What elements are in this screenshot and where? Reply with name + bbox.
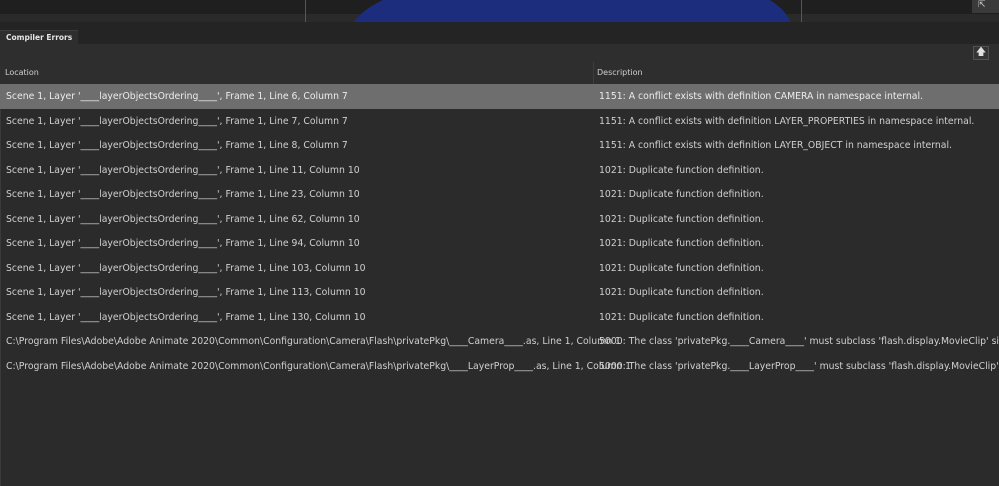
location-cell: Scene 1, Layer '____layerObjectsOrdering… [6,115,348,127]
location-cell: Scene 1, Layer '____layerObjectsOrdering… [6,238,360,249]
panel-toolbar: 🡅 [0,44,999,62]
description-cell: 1151: A conflict exists with definition … [599,115,975,127]
description-cell: 5000: The class 'privatePkg.____LayerPro… [599,360,999,372]
column-header-description[interactable]: Description [597,68,643,77]
table-row[interactable]: C:\Program Files\Adobe\Adobe Animate 202… [0,329,999,354]
description-cell: 1021: Duplicate function definition. [599,238,764,249]
column-header-location[interactable]: Location [5,68,39,77]
table-row[interactable]: Scene 1, Layer '____layerObjectsOrdering… [0,280,999,305]
location-cell: Scene 1, Layer '____layerObjectsOrdering… [6,164,360,176]
table-row[interactable]: Scene 1, Layer '____layerObjectsOrdering… [0,158,999,183]
tool-icon: ⇱ [978,0,986,10]
location-cell: Scene 1, Layer '____layerObjectsOrdering… [6,262,366,274]
location-cell: Scene 1, Layer '____layerObjectsOrdering… [6,91,348,102]
table-row[interactable]: Scene 1, Layer '____layerObjectsOrdering… [0,305,999,330]
description-cell: 1021: Duplicate function definition. [599,189,764,200]
location-cell: Scene 1, Layer '____layerObjectsOrdering… [6,311,366,323]
table-row[interactable]: Scene 1, Layer '____layerObjectsOrdering… [0,231,999,256]
description-cell: 1021: Duplicate function definition. [599,164,764,176]
location-cell: Scene 1, Layer '____layerObjectsOrdering… [6,213,360,225]
description-cell: 5000: The class 'privatePkg.____Camera__… [599,336,999,347]
description-cell: 1021: Duplicate function definition. [599,287,764,298]
location-cell: C:\Program Files\Adobe\Adobe Animate 202… [6,336,621,347]
column-divider[interactable] [593,62,594,84]
stage-blue-shape [350,0,800,22]
tool-button[interactable]: ⇱ [972,0,999,13]
table-row[interactable]: Scene 1, Layer '____layerObjectsOrdering… [0,84,999,109]
table-row[interactable]: Scene 1, Layer '____layerObjectsOrdering… [0,256,999,281]
stage-guide-line [801,0,802,22]
tab-compiler-errors[interactable]: Compiler Errors [0,30,79,45]
location-cell: C:\Program Files\Adobe\Adobe Animate 202… [6,360,632,372]
description-cell: 1151: A conflict exists with definition … [599,140,953,151]
location-cell: Scene 1, Layer '____layerObjectsOrdering… [6,287,366,298]
table-row[interactable]: Scene 1, Layer '____layerObjectsOrdering… [0,109,999,134]
location-cell: Scene 1, Layer '____layerObjectsOrdering… [6,189,360,200]
export-button[interactable]: 🡅 [973,46,989,60]
stage-canvas-strip: ⇱ [0,0,999,22]
location-cell: Scene 1, Layer '____layerObjectsOrdering… [6,140,348,151]
panel-tab-bar: Compiler Errors [0,22,999,45]
table-row[interactable]: Scene 1, Layer '____layerObjectsOrdering… [0,133,999,158]
table-row[interactable]: Scene 1, Layer '____layerObjectsOrdering… [0,182,999,207]
arrow-up-icon: 🡅 [975,47,987,58]
description-cell: 1151: A conflict exists with definition … [599,91,924,102]
table-row[interactable]: C:\Program Files\Adobe\Adobe Animate 202… [0,354,999,379]
description-cell: 1021: Duplicate function definition. [599,213,764,225]
error-list: Scene 1, Layer '____layerObjectsOrdering… [0,84,999,486]
table-row[interactable]: Scene 1, Layer '____layerObjectsOrdering… [0,207,999,232]
column-header-row: Location Description [0,62,999,85]
description-cell: 1021: Duplicate function definition. [599,262,764,274]
stage-guide-line [305,0,306,22]
description-cell: 1021: Duplicate function definition. [599,311,764,323]
